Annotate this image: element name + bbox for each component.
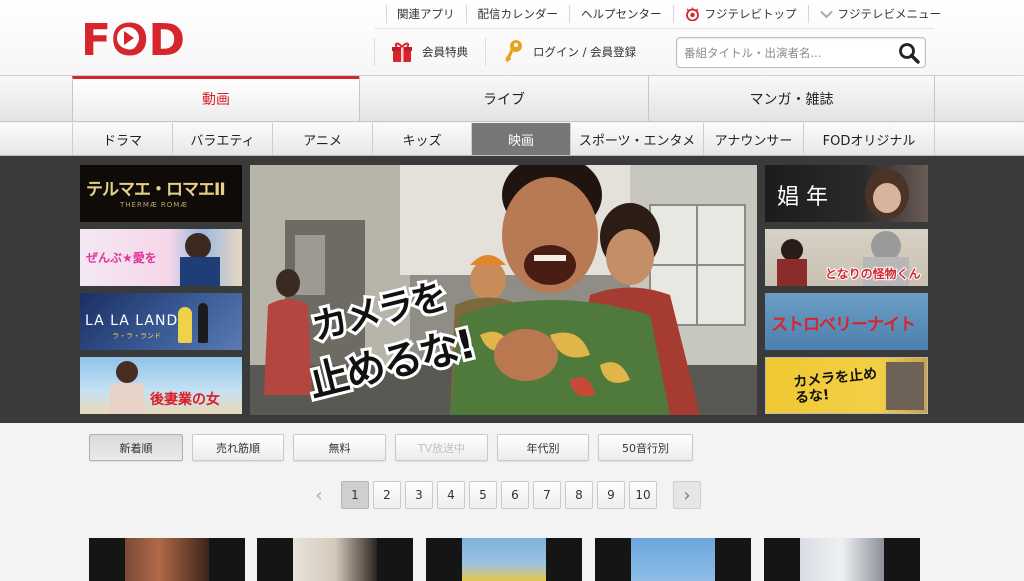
sort-filters: 新着順 売れ筋順 無料 TV放送中 年代別 50音行別 [89,434,693,461]
page-button-8[interactable]: 8 [565,481,593,509]
thumb-zenbu-ai-wo[interactable]: ぜんぶ★愛を [80,229,242,286]
top-link-apps[interactable]: 関連アプリ [386,5,466,23]
thumb-tonari-no-kaibutsu-kun[interactable]: となりの怪物くん [765,229,928,286]
thumb-face-shape [873,183,901,213]
thumb-poster-shape [886,362,924,410]
content-thumb-art [462,538,546,581]
thumb-figure-shape [178,307,192,343]
subtab-fod-original[interactable]: FODオリジナル [803,123,935,155]
content-thumb[interactable] [595,538,751,581]
thumb-title: 後妻業の女 [150,392,220,408]
top-link-help[interactable]: ヘルプセンター [569,5,673,23]
thumb-subtitle: THERMÆ ROMÆ [120,201,189,209]
content-thumb[interactable] [257,538,413,581]
subtab-announcer[interactable]: アナウンサー [703,123,803,155]
thumb-title: カメラを止めるな! [792,366,878,407]
page-button-4[interactable]: 4 [437,481,465,509]
thumb-strawberry-night[interactable]: ストロベリーナイト [765,293,928,350]
top-links: 関連アプリ 配信カレンダー ヘルプセンター フジテレビトップ フジテレビメニュー [386,4,952,24]
thumb-la-la-land[interactable]: LA LA LAND ラ・ラ・ランド [80,293,242,350]
filter-by-syllabary[interactable]: 50音行別 [598,434,693,461]
prev-page-button[interactable]: ‹ [305,481,333,509]
content-thumb-art [293,538,377,581]
top-link-fujitv-menu-label: フジテレビメニュー [837,7,942,21]
thumb-title: 娼 年 [777,185,828,210]
filter-best-selling[interactable]: 売れ筋順 [192,434,284,461]
filter-newest[interactable]: 新着順 [89,434,183,461]
thumb-title: ストロベリーナイト [771,315,916,335]
fujitv-eye-icon [685,7,699,21]
search-icon[interactable] [898,42,920,64]
header-divider [374,28,934,29]
subtab-kids[interactable]: キッズ [372,123,471,155]
page-button-1[interactable]: 1 [341,481,369,509]
subtab-drama[interactable]: ドラマ [72,123,172,155]
top-link-fujitv-menu[interactable]: フジテレビメニュー [807,5,953,23]
thumb-face-shape [185,233,211,259]
top-link-calendar[interactable]: 配信カレンダー [465,5,570,23]
thumb-body-shape [180,257,220,286]
thumb-subtitle: ラ・ラ・ランド [112,332,161,340]
chevron-down-icon [819,10,833,18]
search-box [676,37,926,68]
thumb-figure-shape [198,303,208,343]
page-button-7[interactable]: 7 [533,481,561,509]
content-thumb[interactable] [426,538,582,581]
tab-manga-magazine[interactable]: マンガ・雑誌 [648,76,935,121]
subtab-anime[interactable]: アニメ [272,123,372,155]
content-thumb[interactable] [764,538,920,581]
filter-free[interactable]: 無料 [293,434,386,461]
featured-carousel: テルマエ・ロマエII THERMÆ ROMÆ ぜんぶ★愛を LA LA LAND… [0,156,1024,423]
tab-live[interactable]: ライブ [359,76,648,121]
thumb-camera-wo-tomeruna[interactable]: カメラを止めるな! [765,357,928,414]
top-link-fujitv-top[interactable]: フジテレビトップ [672,5,808,23]
main-tabs: 動画 ライブ マンガ・雑誌 [0,76,1024,122]
subtab-sports-entertainment[interactable]: スポーツ・エンタメ [570,123,703,155]
page-button-5[interactable]: 5 [469,481,497,509]
gift-icon [392,42,412,62]
top-link-fujitv-top-label: フジテレビトップ [704,7,797,21]
thumb-body-shape [777,259,807,286]
member-benefits-label: 会員特典 [422,45,468,59]
filter-by-era[interactable]: 年代別 [497,434,589,461]
site-header: FOD 関連アプリ 配信カレンダー ヘルプセンター フジテレビトップ フジテレビ… [0,0,1024,76]
page-button-6[interactable]: 6 [501,481,529,509]
thumb-title: ぜんぶ★愛を [86,251,157,265]
content-thumb-art [125,538,209,581]
page-button-10[interactable]: 10 [629,481,657,509]
member-benefits-link[interactable]: 会員特典 [374,38,468,66]
thumb-face-shape [116,361,138,383]
key-icon [505,40,522,62]
genre-tabs: ドラマ バラエティ アニメ キッズ 映画 スポーツ・エンタメ アナウンサー FO… [0,123,1024,156]
search-input[interactable] [677,38,887,67]
thumb-title: テルマエ・ロマエII [86,180,226,200]
tab-video[interactable]: 動画 [72,76,359,121]
content-thumb[interactable] [89,538,245,581]
thumb-shonen[interactable]: 娼 年 [765,165,928,222]
filter-on-tv: TV放送中 [395,434,488,461]
subtab-movie[interactable]: 映画 [471,123,570,155]
fod-logo[interactable]: FOD [81,14,183,60]
content-thumb-art [631,538,715,581]
login-label: ログイン / 会員登録 [533,45,637,59]
subtab-variety[interactable]: バラエティ [172,123,272,155]
thumb-title: LA LA LAND [85,313,179,329]
page-button-2[interactable]: 2 [373,481,401,509]
thumb-title: となりの怪物くん [824,266,922,282]
hero-main-banner[interactable]: カメラを 止めるな! [250,165,757,415]
login-link[interactable]: ログイン / 会員登録 [485,38,636,66]
thumb-gosaigyo-no-onna[interactable]: 後妻業の女 [80,357,242,414]
page-button-3[interactable]: 3 [405,481,433,509]
thumb-body-shape [110,383,144,414]
thumb-thermae-romae-2[interactable]: テルマエ・ロマエII THERMÆ ROMÆ [80,165,242,222]
thumb-face-shape [781,239,803,261]
page-button-9[interactable]: 9 [597,481,625,509]
next-page-button[interactable]: › [673,481,701,509]
content-thumb-art [800,538,884,581]
